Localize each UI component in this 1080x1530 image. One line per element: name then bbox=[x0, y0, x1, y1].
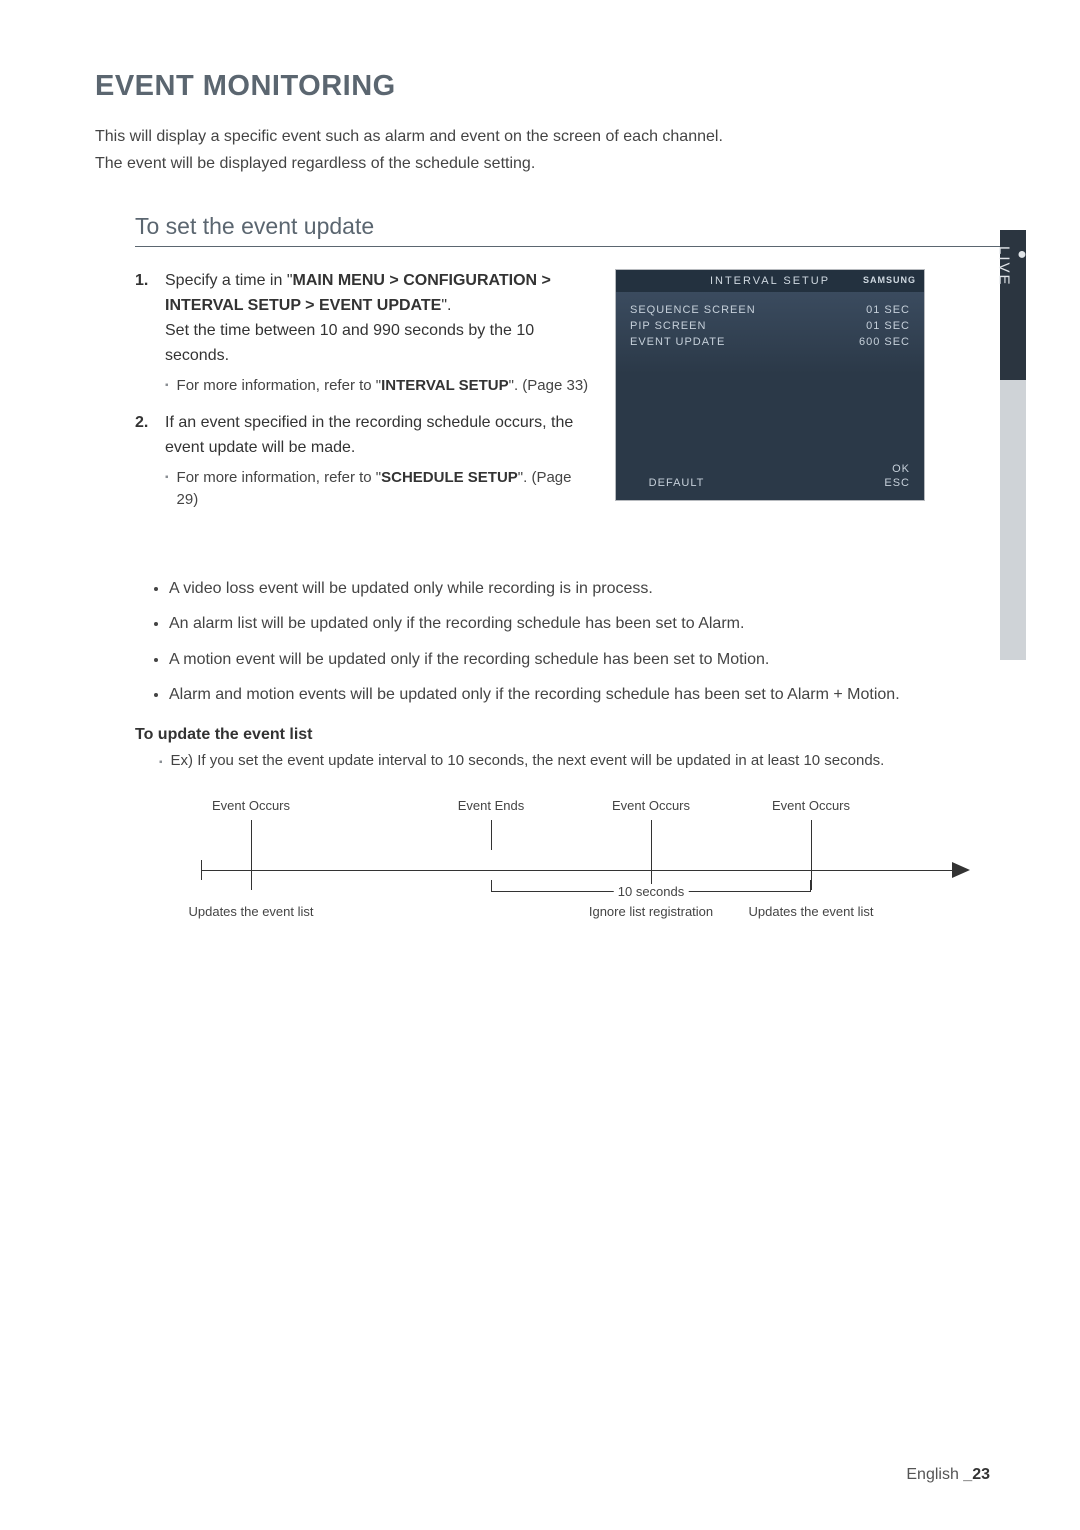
side-tab: ●LIVE bbox=[1000, 230, 1026, 660]
step-1-text-d: Set the time between 10 and 990 seconds … bbox=[165, 319, 595, 369]
arrow-icon bbox=[952, 862, 970, 878]
steps-column: 1. Specify a time in "MAIN MENU > CONFIG… bbox=[135, 269, 595, 525]
timeline-label-event-ends: Event Ends bbox=[458, 798, 525, 813]
page-title: EVENT MONITORING bbox=[95, 70, 1000, 103]
page-footer: English _23 bbox=[906, 1466, 990, 1484]
panel-row-value: 600 SEC bbox=[859, 336, 910, 348]
step-2-note: For more information, refer to "SCHEDULE… bbox=[165, 467, 595, 512]
panel-row-sequence[interactable]: SEQUENCE SCREEN 01 SEC bbox=[630, 302, 910, 318]
intro-block: This will display a specific event such … bbox=[95, 123, 1000, 177]
timeline-10s-label: 10 seconds bbox=[614, 884, 689, 899]
timeline-bottom-updates-2: Updates the event list bbox=[748, 904, 873, 919]
timeline-bottom-updates-1: Updates the event list bbox=[188, 904, 313, 919]
step-2-note-a: For more information, refer to " bbox=[177, 469, 382, 486]
update-list-example-text: Ex) If you set the event update interval… bbox=[171, 752, 885, 774]
section-heading: To set the event update bbox=[135, 213, 1000, 247]
panel-row-label: SEQUENCE SCREEN bbox=[630, 304, 756, 316]
step-1-text-c: ". bbox=[441, 297, 451, 314]
intro-line-2: The event will be displayed regardless o… bbox=[95, 150, 1000, 177]
panel-brand: SAMSUNG bbox=[863, 275, 916, 285]
step-2-text: If an event specified in the recording s… bbox=[165, 414, 573, 456]
footer-page-number: _23 bbox=[963, 1466, 990, 1483]
event-conditions-list: A video loss event will be updated only … bbox=[151, 576, 1000, 774]
step-2-note-ref: SCHEDULE SETUP bbox=[381, 469, 518, 486]
timeline-label-event-occurs-3: Event Occurs bbox=[772, 798, 850, 813]
panel-row-value: 01 SEC bbox=[866, 320, 910, 332]
step-1-text-a: Specify a time in " bbox=[165, 272, 293, 289]
footer-language: English bbox=[906, 1466, 963, 1483]
panel-row-label: PIP SCREEN bbox=[630, 320, 706, 332]
step-2-number: 2. bbox=[135, 411, 155, 512]
interval-setup-panel: INTERVAL SETUP SAMSUNG SEQUENCE SCREEN 0… bbox=[615, 269, 925, 501]
timeline-label-event-occurs-2: Event Occurs bbox=[612, 798, 690, 813]
side-tab-active: ●LIVE bbox=[1000, 230, 1026, 380]
bullet-motion: A motion event will be updated only if t… bbox=[169, 647, 1000, 673]
timeline-label-event-occurs-1: Event Occurs bbox=[212, 798, 290, 813]
bullet-video-loss: A video loss event will be updated only … bbox=[169, 576, 1000, 602]
panel-esc-button[interactable]: ESC bbox=[884, 477, 910, 489]
panel-ok-button[interactable]: OK bbox=[892, 463, 910, 475]
step-1: 1. Specify a time in "MAIN MENU > CONFIG… bbox=[135, 269, 595, 397]
side-tab-label: LIVE bbox=[996, 246, 1013, 287]
bullet-alarm-motion: Alarm and motion events will be updated … bbox=[169, 682, 1000, 708]
step-2: 2. If an event specified in the recordin… bbox=[135, 411, 595, 512]
update-list-example: Ex) If you set the event update interval… bbox=[159, 752, 1000, 774]
step-1-number: 1. bbox=[135, 269, 155, 397]
update-list-heading: To update the event list bbox=[135, 726, 1000, 744]
panel-title-bar: INTERVAL SETUP SAMSUNG bbox=[616, 270, 924, 292]
panel-title: INTERVAL SETUP bbox=[710, 275, 830, 287]
intro-line-1: This will display a specific event such … bbox=[95, 123, 1000, 150]
panel-row-value: 01 SEC bbox=[866, 304, 910, 316]
bullet-alarm-list: An alarm list will be updated only if th… bbox=[169, 611, 1000, 637]
timeline-bottom-ignore: Ignore list registration bbox=[589, 904, 713, 919]
panel-default-button[interactable]: DEFAULT bbox=[649, 477, 705, 489]
panel-row-event-update[interactable]: EVENT UPDATE 600 SEC bbox=[630, 334, 910, 350]
step-1-note-ref: INTERVAL SETUP bbox=[381, 377, 509, 394]
panel-row-label: EVENT UPDATE bbox=[630, 336, 725, 348]
side-tab-inactive bbox=[1000, 380, 1026, 660]
panel-row-pip[interactable]: PIP SCREEN 01 SEC bbox=[630, 318, 910, 334]
timeline-diagram: Event Occurs Event Ends Event Occurs Eve… bbox=[151, 798, 1000, 968]
step-1-note-a: For more information, refer to " bbox=[177, 377, 382, 394]
step-1-note: For more information, refer to "INTERVAL… bbox=[165, 375, 595, 398]
step-1-note-c: ". (Page 33) bbox=[509, 377, 589, 394]
